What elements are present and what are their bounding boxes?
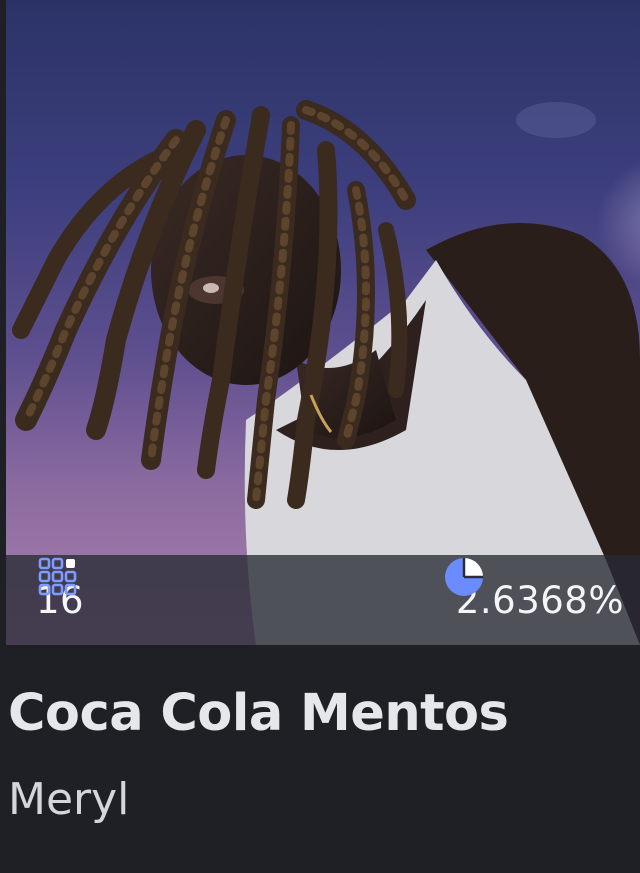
share-stat: 2.6368% (442, 555, 624, 645)
stats-bar: 16 2.6368% (6, 555, 640, 645)
portrait-artwork (12, 100, 640, 645)
editions-stat: 16 (36, 555, 98, 645)
card-left-edge (0, 0, 6, 873)
cover-artwork[interactable]: 16 2.6368% (6, 0, 640, 645)
artist-name[interactable]: Meryl (8, 774, 129, 825)
release-card[interactable]: 16 2.6368% Coca Cola Mentos Meryl (0, 0, 640, 873)
track-title[interactable]: Coca Cola Mentos (8, 684, 509, 743)
